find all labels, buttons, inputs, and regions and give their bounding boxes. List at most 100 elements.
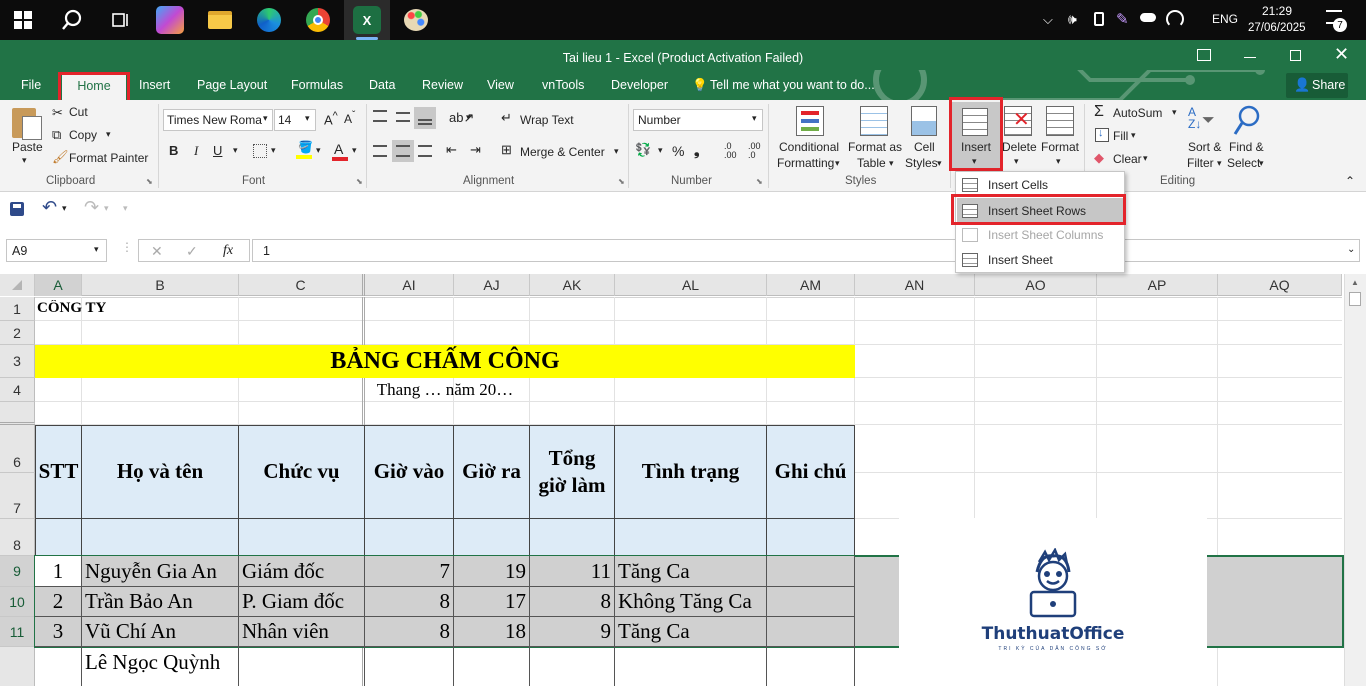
conditional-formatting-icon[interactable] [796,106,824,136]
scroll-up-icon[interactable]: ▲ [1351,278,1359,287]
column-header[interactable]: AK [530,274,615,296]
wrap-text-button[interactable]: Wrap Text [520,113,574,127]
column-header[interactable]: AJ [454,274,530,296]
header-spacer-cell[interactable] [81,518,239,556]
chevron-down-icon[interactable]: ▾ [614,146,619,157]
paste-icon[interactable] [10,106,44,140]
eraser-icon[interactable]: ◆ [1094,150,1104,166]
windows-start-icon[interactable] [14,11,32,29]
borders-icon[interactable] [253,144,267,158]
header-spacer-cell[interactable] [453,518,530,556]
delete-button[interactable]: Delete [1002,140,1037,154]
merge-icon[interactable]: ⊞ [501,142,512,158]
header-spacer-cell[interactable] [364,518,454,556]
column-header[interactable]: AL [615,274,767,296]
merge-center-button[interactable]: Merge & Center [520,145,605,159]
close-button[interactable]: ✕ [1334,44,1349,65]
top-align-icon[interactable] [373,110,387,122]
vertical-scrollbar[interactable]: ▲ [1344,274,1366,686]
column-header[interactable]: AI [365,274,454,296]
row-header[interactable]: 9 [0,556,35,587]
chevron-down-icon[interactable]: ▾ [937,158,942,169]
chevron-up-icon[interactable]: ⌵ [1043,12,1053,28]
format-as-table-button-line2[interactable]: Table [857,156,886,170]
column-header[interactable]: AQ [1218,274,1342,296]
chevron-down-icon[interactable]: ▾ [1014,156,1019,167]
chevron-down-icon[interactable]: ▾ [1259,158,1264,169]
copy-button[interactable]: Copy [69,128,97,142]
chevron-down-icon[interactable]: ▾ [62,203,67,214]
cell-status[interactable]: Tăng Ca [615,617,767,647]
column-header[interactable]: AP [1097,274,1218,296]
expand-formula-icon[interactable]: ⌄ [1347,244,1355,255]
insert-function-icon[interactable]: fx [223,243,233,259]
chevron-down-icon[interactable]: ▾ [1056,156,1061,167]
font-name-box[interactable]: Times New Roma ▾ [163,109,273,131]
cell-time-in[interactable]: 8 [365,587,454,617]
chevron-down-icon[interactable]: ▾ [835,158,840,169]
find-select-button-line2[interactable]: Select [1227,156,1260,170]
clock-date[interactable]: 27/06/2025 [1248,22,1306,34]
sort-filter-icon[interactable]: A Z↓ ⏷ [1188,106,1218,136]
column-header[interactable]: AO [975,274,1097,296]
chevron-down-icon[interactable]: ▾ [233,145,238,156]
cell-total[interactable]: 9 [530,617,615,647]
cell-name[interactable]: Vũ Chí An [82,617,239,647]
copilot-icon[interactable] [156,6,184,34]
format-as-table-button[interactable]: Format as [848,140,902,154]
share-button[interactable]: 👤 Share [1286,73,1348,98]
language-indicator[interactable]: ENG [1212,12,1238,26]
number-format-box[interactable]: Number ▾ [633,109,763,131]
tab-review[interactable]: Review [422,78,463,92]
cell-position[interactable]: P. Giam đốc [239,587,365,617]
header-position[interactable]: Chức vụ [238,425,365,519]
bold-button[interactable]: B [169,143,178,158]
chevron-down-icon[interactable]: ▾ [889,158,894,169]
cell-total[interactable]: 11 [530,556,615,587]
format-as-table-icon[interactable] [860,106,888,136]
chevron-down-icon[interactable]: ▾ [22,155,27,166]
chevron-down-icon[interactable]: ▾ [316,145,321,156]
bottom-align-icon[interactable] [414,107,436,129]
cell-stt[interactable]: 3 [35,617,82,647]
row-header-partial[interactable] [0,647,35,686]
format-painter-icon[interactable]: 🖌 [52,149,69,165]
paste-button[interactable]: Paste [12,140,43,154]
copy-dropdown-icon[interactable]: ▾ [106,129,111,140]
row-header[interactable]: 10 [0,587,35,617]
delete-cells-icon[interactable]: ✕ [1004,106,1032,136]
dialog-launcher-icon[interactable]: ⬊ [356,177,363,186]
column-header[interactable]: C [239,274,365,296]
row-header[interactable]: 7 [0,473,35,519]
copy-icon[interactable]: ⧉ [52,127,61,143]
row-header[interactable]: 11 [0,617,35,647]
row-header[interactable]: 8 [0,519,35,556]
increase-decimal-icon[interactable]: .0.00 [724,142,737,160]
enter-icon[interactable]: ✓ [186,243,198,260]
search-icon[interactable] [58,6,86,34]
percent-icon[interactable]: % [672,143,684,159]
align-center-icon[interactable] [392,140,414,162]
chevron-down-icon[interactable]: ▾ [271,145,276,156]
increase-font-icon[interactable]: A^ [324,110,338,127]
decrease-decimal-icon[interactable]: .00.0 [748,142,761,160]
tab-page-layout[interactable]: Page Layout [197,78,267,92]
tab-view[interactable]: View [487,78,514,92]
format-button[interactable]: Format [1041,140,1079,154]
cell-time-out[interactable]: 18 [454,617,530,647]
volume-icon[interactable]: 🕪 [1068,11,1077,28]
header-spacer-cell[interactable] [614,518,767,556]
sheet-subtitle-cell[interactable]: Thang … năm 20… [35,378,855,402]
header-note[interactable]: Ghi chú [766,425,855,519]
customize-qat-icon[interactable]: ▾ [123,203,128,214]
ribbon-display-options-icon[interactable] [1197,49,1211,61]
font-size-box[interactable]: 14 ▾ [274,109,316,131]
row-header[interactable]: 3 [0,345,35,378]
header-spacer-cell[interactable] [766,518,855,556]
dialog-launcher-icon[interactable]: ⬊ [146,177,153,186]
decrease-font-icon[interactable]: Aˇ [344,110,355,126]
wrap-text-icon[interactable]: ↵ [501,110,512,126]
cell-note[interactable] [767,556,855,587]
cell-stt[interactable]: 1 [35,556,82,587]
currency-icon[interactable]: 💱 [635,142,651,158]
